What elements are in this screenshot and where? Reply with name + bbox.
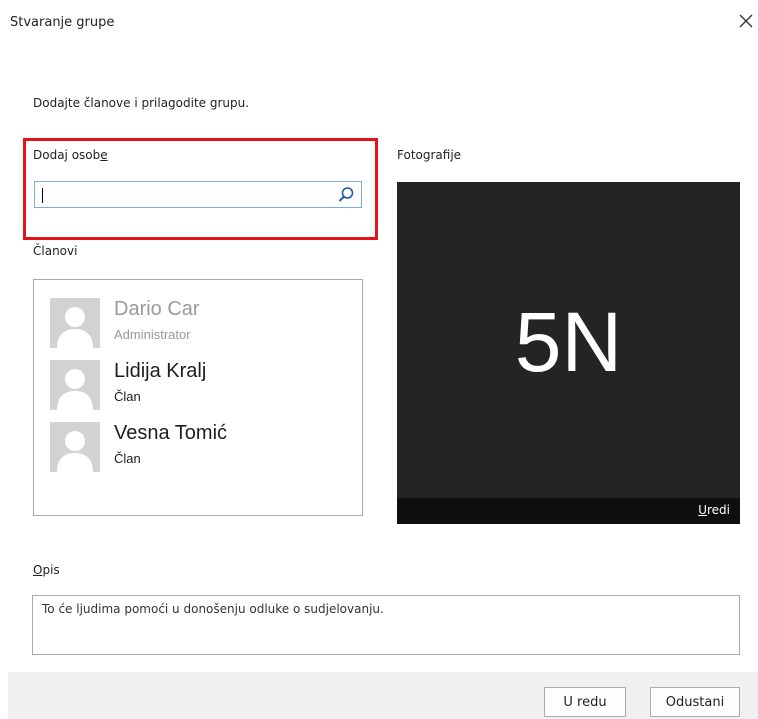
dialog-subtitle: Dodajte članove i prilagodite grupu. — [33, 96, 250, 110]
member-name: Dario Car — [114, 298, 200, 320]
member-role: Član — [114, 389, 141, 404]
person-icon — [57, 431, 93, 472]
description-placeholder: To će ljudima pomoći u donošenju odluke … — [42, 602, 384, 616]
photo-edit-bar: Uredi — [397, 498, 740, 524]
text-caret — [42, 188, 43, 203]
member-role: Administrator — [114, 327, 191, 342]
edit-photo-text: redi — [706, 503, 730, 517]
ok-button[interactable]: U redu — [544, 687, 626, 717]
photo-label: Fotografije — [397, 148, 462, 162]
avatar — [50, 422, 100, 472]
members-list[interactable]: Dario Car Administrator Lidija Kralj Čla… — [33, 279, 363, 516]
dialog-footer: U redu Odustani — [8, 672, 758, 719]
description-field[interactable]: To će ljudima pomoći u donošenju odluke … — [32, 595, 740, 655]
member-name: Lidija Kralj — [114, 360, 207, 382]
member-name: Vesna Tomić — [114, 422, 228, 444]
group-initials: 5N — [514, 295, 623, 389]
avatar — [50, 298, 100, 348]
description-label: Opis — [33, 563, 60, 577]
cancel-button[interactable]: Odustani — [650, 687, 740, 717]
member-item[interactable]: Lidija Kralj Član — [50, 360, 350, 412]
avatar — [50, 360, 100, 410]
add-people-input[interactable] — [34, 181, 362, 208]
member-item[interactable]: Dario Car Administrator — [50, 298, 350, 350]
dialog-title: Stvaranje grupe — [10, 15, 115, 30]
member-item[interactable]: Vesna Tomić Član — [50, 422, 350, 474]
close-icon[interactable] — [737, 12, 755, 30]
members-label: Članovi — [33, 244, 78, 258]
search-icon[interactable] — [337, 186, 355, 204]
group-photo: 5N Uredi — [397, 182, 740, 524]
edit-photo-accel: U — [698, 503, 707, 517]
edit-photo-link[interactable]: Uredi — [698, 503, 730, 517]
person-icon — [57, 369, 93, 410]
description-label-text: pis — [42, 563, 60, 577]
member-role: Član — [114, 451, 141, 466]
person-icon — [57, 307, 93, 348]
